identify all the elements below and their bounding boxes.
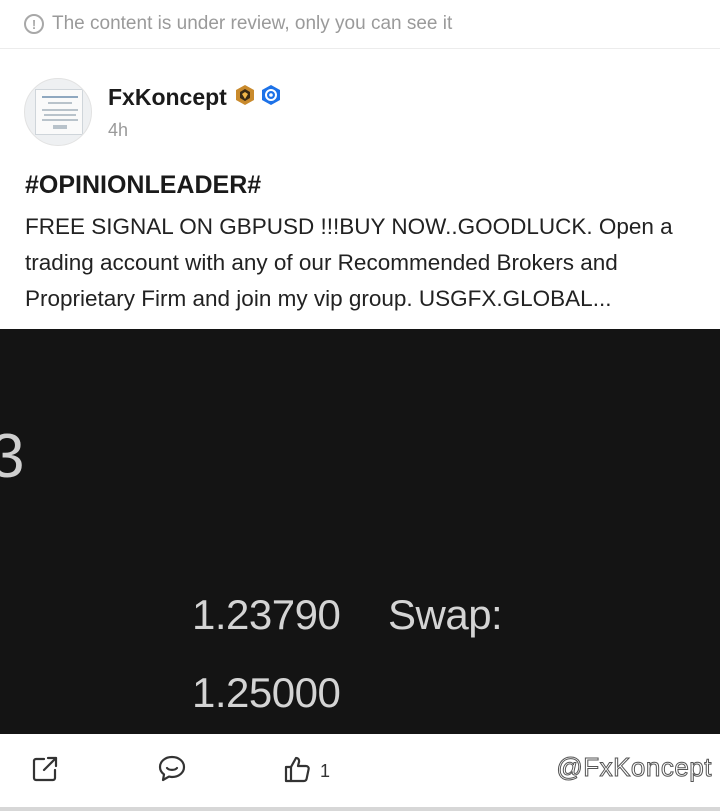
verified-badge-icon [260,84,282,106]
image-swap-label: Swap: [388,591,503,638]
review-notice: ! The content is under review, only you … [0,0,720,49]
post-time: 4h [108,120,129,140]
bottom-divider [0,807,720,811]
image-price-2: 1.25000 [192,669,341,716]
author-badges [234,84,282,106]
post-text[interactable]: FREE SIGNAL ON GBPUSD !!!BUY NOW..GOODLU… [25,209,705,317]
like-count: 1 [320,761,331,781]
comment-button[interactable] [157,754,187,789]
post-image[interactable]: 3 1.23790 Swap: 1.25000 [0,329,720,734]
post-hashtag[interactable]: #OPINIONLEADER# [25,171,261,200]
post-author: FxKoncept 4h [24,78,704,148]
like-button[interactable]: 1 [282,754,330,789]
image-edge-glyph: 3 [0,422,25,491]
pro-badge-icon [234,84,256,106]
share-button[interactable] [30,754,60,789]
info-icon: ! [24,14,44,34]
author-name[interactable]: FxKoncept [108,84,227,111]
share-icon [30,754,60,789]
thumbs-up-icon [282,754,312,789]
post-actions: 1 @FxKoncept [0,734,720,811]
comment-icon [157,754,187,789]
avatar[interactable] [24,78,92,146]
watermark: @FxKoncept [556,752,712,783]
image-price-1: 1.23790 [192,591,341,638]
review-notice-text: The content is under review, only you ca… [52,13,453,34]
certificate-image [35,89,83,135]
